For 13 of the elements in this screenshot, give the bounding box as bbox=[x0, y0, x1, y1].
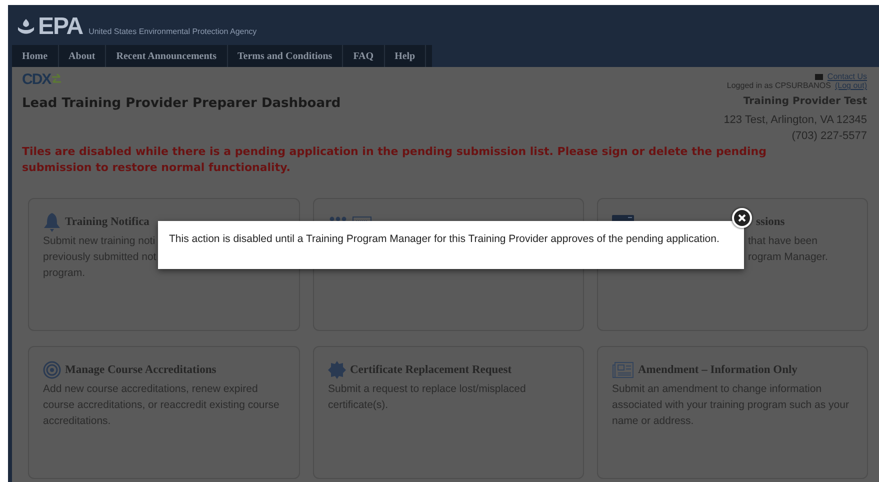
bell-icon bbox=[43, 212, 61, 232]
arrows-icon bbox=[52, 74, 61, 85]
seal-icon bbox=[328, 361, 346, 379]
newspaper-icon bbox=[612, 362, 634, 378]
mail-icon bbox=[815, 74, 824, 80]
agency-name: United States Environmental Protection Agency bbox=[88, 27, 257, 36]
page-title: Lead Training Provider Preparer Dashboard bbox=[22, 96, 341, 111]
cdx-logo: CDX bbox=[22, 71, 61, 88]
close-icon bbox=[738, 214, 746, 222]
warning-message: Tiles are disabled while there is a pending application in the pending submission list. Please sign or delete the pending submission to restore normal functionality. bbox=[22, 144, 768, 176]
modal-message: This action is disabled until a Training Program Manager for this Training Provider approves of the pending application. bbox=[169, 233, 720, 245]
target-icon bbox=[43, 361, 61, 379]
epa-logo[interactable]: EPA bbox=[16, 13, 83, 41]
